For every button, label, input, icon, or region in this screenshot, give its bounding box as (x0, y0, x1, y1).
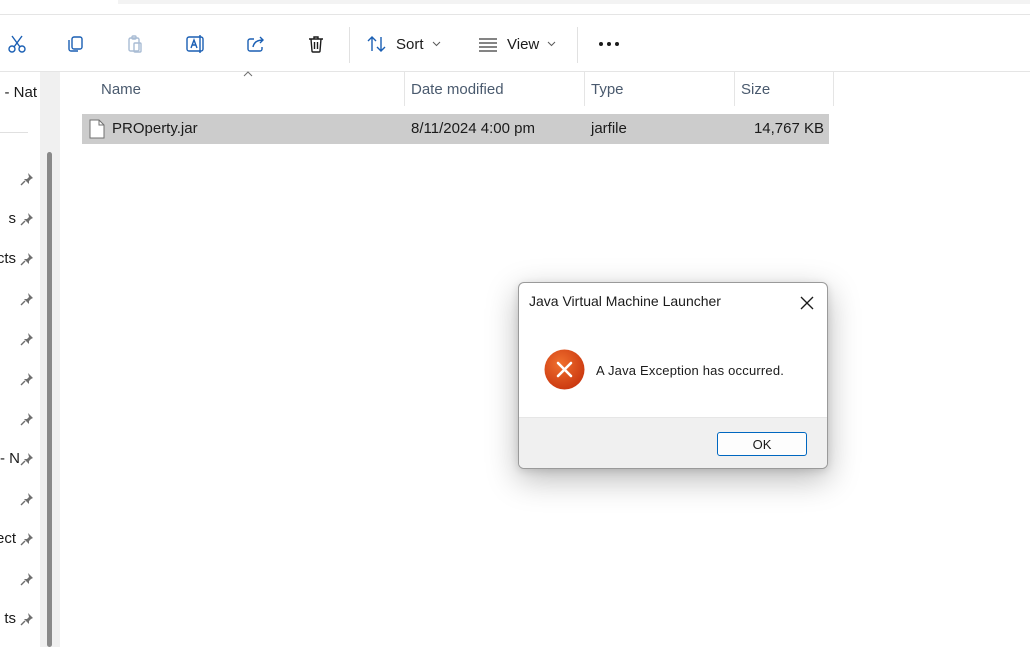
column-header-name-label: Name (101, 80, 142, 98)
column-header-type-label: Type (591, 80, 624, 98)
pin-icon (20, 213, 33, 226)
column-header-name[interactable]: Name (101, 72, 401, 106)
sidebar-top-item[interactable]: - Nat (4, 84, 37, 101)
sidebar-item-label: ts (4, 610, 16, 627)
toolbar-separator (577, 27, 578, 63)
column-divider[interactable] (734, 72, 735, 106)
rename-button[interactable] (181, 15, 211, 73)
pin-icon (20, 573, 33, 586)
more-options-button[interactable] (594, 15, 624, 73)
sidebar-item-label: s (8, 210, 17, 227)
paste-icon (128, 35, 142, 53)
column-header-date[interactable]: Date modified (411, 72, 581, 106)
pin-icon (20, 453, 33, 466)
delete-icon (309, 36, 323, 53)
error-dialog: Java Virtual Machine Launcher A Java Exc… (518, 282, 828, 469)
column-header-type[interactable]: Type (591, 72, 731, 106)
sidebar-item[interactable] (0, 280, 40, 320)
address-bar-edge (118, 0, 1030, 4)
sidebar-item[interactable]: ts (0, 600, 40, 640)
sort-label: Sort (396, 35, 424, 53)
sort-icon (367, 36, 386, 52)
copy-icon (68, 36, 83, 52)
dialog-body: A Java Exception has occurred. (519, 321, 827, 417)
sort-button[interactable]: Sort (366, 15, 448, 73)
toolbar-separator (349, 27, 350, 63)
pin-icon (20, 533, 33, 546)
file-type: jarfile (591, 120, 627, 137)
sidebar-item[interactable] (0, 360, 40, 400)
file-icon (89, 119, 105, 139)
pin-icon (20, 333, 33, 346)
dialog-title: Java Virtual Machine Launcher (529, 293, 721, 309)
error-icon (544, 349, 585, 390)
title-strip (0, 0, 1030, 14)
navigation-pane: - Nat s cts - N ect ts (0, 72, 40, 647)
sidebar-item[interactable] (0, 320, 40, 360)
file-name: PROperty.jar (112, 120, 198, 137)
view-button[interactable]: View (477, 15, 561, 73)
sidebar-item[interactable] (0, 160, 40, 200)
share-button[interactable] (241, 15, 271, 73)
close-icon (800, 296, 814, 310)
file-date: 8/11/2024 4:00 pm (411, 120, 535, 137)
pin-icon (20, 173, 33, 186)
file-row[interactable]: PROperty.jar 8/11/2024 4:00 pm jarfile 1… (82, 114, 829, 144)
file-size: 14,767 KB (753, 120, 824, 137)
sidebar-item[interactable] (0, 480, 40, 520)
dialog-message: A Java Exception has occurred. (596, 363, 785, 378)
chevron-down-icon (547, 41, 556, 47)
dialog-close-button[interactable] (797, 293, 817, 313)
pin-icon (20, 613, 33, 626)
sidebar-item[interactable]: cts (0, 240, 40, 280)
pin-icon (20, 493, 33, 506)
sidebar-scrollbar-thumb[interactable] (47, 152, 52, 647)
column-divider[interactable] (584, 72, 585, 106)
pin-icon (20, 293, 33, 306)
view-label: View (507, 35, 540, 53)
copy-button[interactable] (60, 15, 90, 73)
sidebar-item-label: ect (0, 530, 16, 547)
more-icon (599, 42, 619, 46)
share-icon (247, 36, 264, 52)
sidebar-item[interactable]: s (0, 200, 40, 240)
sidebar-item-label: - N (0, 450, 20, 467)
sidebar-item[interactable] (0, 400, 40, 440)
column-header-date-label: Date modified (411, 80, 504, 98)
view-list-icon (479, 38, 497, 52)
sidebar-item[interactable]: - N (0, 440, 40, 480)
column-divider[interactable] (833, 72, 834, 106)
paste-button[interactable] (120, 15, 150, 73)
pin-icon (20, 413, 33, 426)
column-header-size[interactable]: Size (741, 72, 831, 106)
rename-icon (186, 35, 204, 53)
command-bar: Sort View (0, 14, 1030, 72)
cut-icon (8, 35, 26, 53)
dialog-footer: OK (519, 417, 827, 468)
ok-button[interactable]: OK (717, 432, 807, 456)
pin-icon (20, 373, 33, 386)
sidebar-item[interactable]: ect (0, 520, 40, 560)
cut-button[interactable] (2, 15, 32, 73)
sidebar-item-label: cts (0, 250, 16, 267)
pin-icon (20, 253, 33, 266)
sidebar-divider (0, 132, 28, 133)
delete-button[interactable] (301, 15, 331, 73)
sidebar-item[interactable] (0, 560, 40, 600)
chevron-down-icon (432, 41, 440, 47)
column-divider[interactable] (404, 72, 405, 106)
column-header-size-label: Size (741, 80, 771, 98)
